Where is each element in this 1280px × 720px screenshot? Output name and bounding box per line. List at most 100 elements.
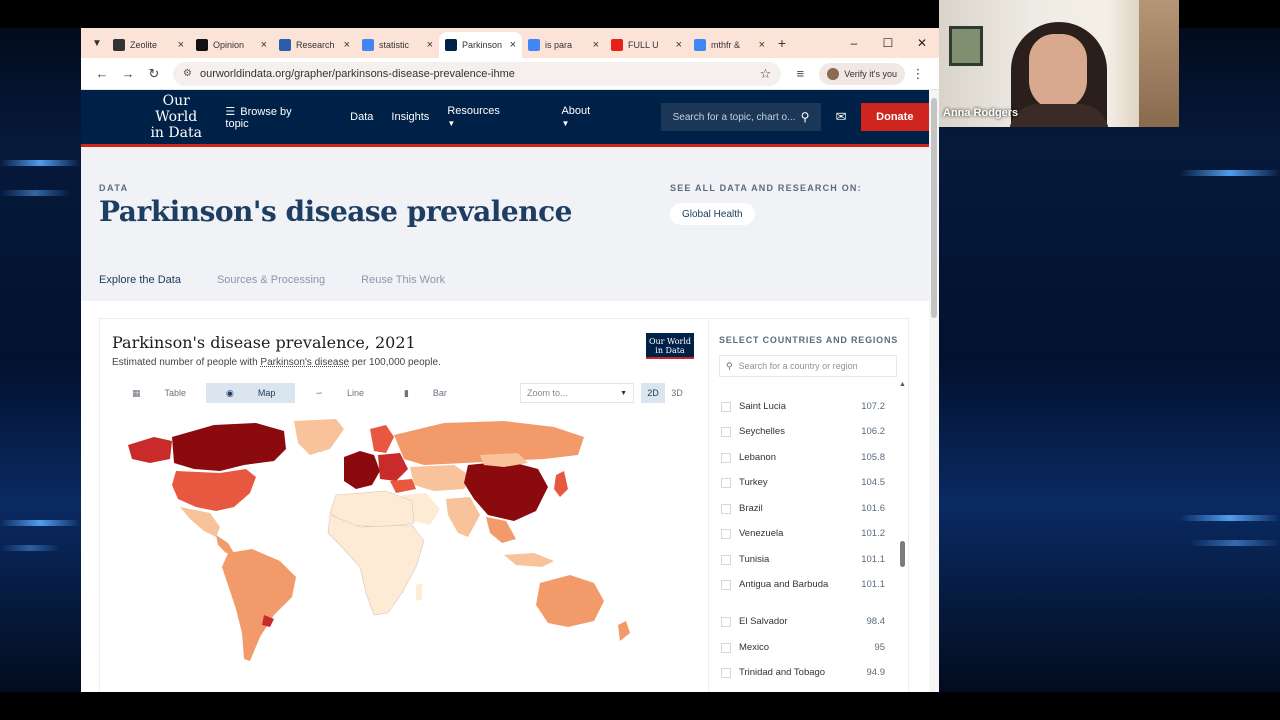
map-region-alaska[interactable]	[128, 437, 172, 463]
view-tab-bar[interactable]: ▮ Bar	[384, 383, 467, 403]
map-region-new-zealand[interactable]	[618, 621, 630, 641]
close-tab-icon[interactable]: ×	[676, 39, 682, 51]
country-row[interactable]: Turkey 104.5	[719, 477, 885, 489]
close-tab-icon[interactable]: ×	[510, 39, 516, 51]
chart-owid-logo[interactable]: Our World in Data	[646, 333, 694, 359]
close-tab-icon[interactable]: ×	[178, 39, 184, 51]
address-bar[interactable]: ⚙ ourworldindata.org/grapher/parkinsons-…	[173, 61, 782, 86]
browser-tab[interactable]: statistic ×	[356, 32, 439, 58]
country-list[interactable]: Saint Lucia 107.2 Seychelles 106.2 Lebanon 10…	[719, 381, 899, 692]
nav-insights[interactable]: Insights	[391, 111, 429, 123]
browser-tab[interactable]: is para ×	[522, 32, 605, 58]
url-text[interactable]: ourworldindata.org/grapher/parkinsons-di…	[200, 68, 760, 80]
country-checkbox[interactable]	[721, 427, 731, 437]
map-region-madagascar[interactable]	[416, 583, 422, 601]
nav-resources[interactable]: Resources ▼	[447, 105, 543, 129]
tab-sources-processing[interactable]: Sources & Processing	[217, 274, 325, 286]
map-region-scandinavia[interactable]	[370, 425, 394, 453]
site-info-icon[interactable]: ⚙	[183, 68, 192, 79]
map-region-west-europe[interactable]	[344, 451, 380, 489]
newsletter-icon[interactable]: ✉	[821, 109, 860, 125]
browser-tab[interactable]: mthfr & ×	[688, 32, 771, 58]
reading-list-icon[interactable]: ≡	[787, 66, 813, 81]
close-tab-icon[interactable]: ×	[261, 39, 267, 51]
map-region-usa[interactable]	[172, 469, 256, 511]
donate-button[interactable]: Donate	[860, 103, 929, 131]
owid-logo[interactable]: Our World in Data	[141, 93, 211, 141]
zoom-to-select[interactable]: Zoom to... ▼	[520, 383, 634, 403]
new-tab-button[interactable]: +	[771, 35, 793, 51]
country-checkbox[interactable]	[721, 643, 731, 653]
map-region-south-america[interactable]	[222, 549, 296, 661]
map-region-indonesia[interactable]	[504, 553, 554, 567]
maximize-icon[interactable]: ☐	[871, 36, 905, 50]
country-row[interactable]: Lebanon 105.8	[719, 452, 885, 464]
country-row[interactable]: Trinidad and Tobago 94.9	[719, 667, 885, 679]
country-checkbox[interactable]	[721, 402, 731, 412]
browser-tab[interactable]: Opinion ×	[190, 32, 273, 58]
country-row[interactable]: Antigua and Barbuda 101.1	[719, 579, 885, 591]
back-icon[interactable]: ←	[89, 66, 115, 81]
map-region-central-america[interactable]	[216, 535, 234, 553]
view-tab-table[interactable]: ▦ Table	[112, 383, 206, 403]
country-row[interactable]: Venezuela 101.2	[719, 528, 885, 540]
close-tab-icon[interactable]: ×	[759, 39, 765, 51]
nav-data[interactable]: Data	[350, 111, 373, 123]
country-row[interactable]: Brazil 101.6	[719, 503, 885, 515]
browser-tab[interactable]: FULL U ×	[605, 32, 688, 58]
close-tab-icon[interactable]: ×	[427, 39, 433, 51]
country-checkbox[interactable]	[721, 668, 731, 678]
nav-browse-by-topic[interactable]: ☰ Browse by topic	[225, 105, 332, 130]
nav-about[interactable]: About ▼	[561, 105, 634, 129]
page-scrollbar-thumb[interactable]	[931, 98, 937, 318]
country-checkbox[interactable]	[721, 453, 731, 463]
tab-search-icon[interactable]: ▼	[87, 33, 107, 53]
close-tab-icon[interactable]: ×	[344, 39, 350, 51]
topic-pill-global-health[interactable]: Global Health	[670, 203, 755, 225]
map-region-japan[interactable]	[554, 471, 568, 497]
close-window-icon[interactable]: ✕	[905, 36, 939, 50]
bookmark-star-icon[interactable]: ☆	[760, 66, 772, 82]
country-search-input[interactable]: ⚲ Search for a country or region	[719, 355, 897, 377]
country-row[interactable]: Saint Lucia 107.2	[719, 401, 885, 413]
scroll-up-icon[interactable]: ▲	[899, 381, 906, 388]
browser-menu-icon[interactable]: ⋮	[905, 66, 931, 82]
country-checkbox[interactable]	[721, 580, 731, 590]
world-map[interactable]	[124, 415, 664, 665]
country-checkbox[interactable]	[721, 529, 731, 539]
forward-icon[interactable]: →	[115, 66, 141, 81]
browser-tab[interactable]: Zeolite ×	[107, 32, 190, 58]
view-tab-map[interactable]: ◉ Map	[206, 383, 296, 403]
map-region-turkey[interactable]	[390, 479, 416, 493]
toggle-3d[interactable]: 3D	[665, 383, 689, 403]
scrollbar-thumb[interactable]	[900, 541, 905, 567]
country-row[interactable]: El Salvador 98.4	[719, 616, 885, 628]
country-checkbox[interactable]	[721, 478, 731, 488]
search-icon[interactable]: ⚲	[801, 110, 810, 124]
toggle-2d[interactable]: 2D	[641, 383, 665, 403]
country-checkbox[interactable]	[721, 617, 731, 627]
browser-tab[interactable]: Parkinson ×	[439, 31, 522, 58]
browser-tab[interactable]: Research ×	[273, 32, 356, 58]
country-row[interactable]: Seychelles 106.2	[719, 426, 885, 438]
map-region-australia[interactable]	[536, 575, 604, 627]
tab-explore-the-data[interactable]: Explore the Data	[99, 274, 181, 286]
country-checkbox[interactable]	[721, 555, 731, 565]
map-region-mexico[interactable]	[180, 507, 220, 537]
site-search-input[interactable]: Search for a topic, chart o... ⚲	[660, 103, 822, 131]
map-region-southeast-asia[interactable]	[486, 517, 516, 543]
country-checkbox[interactable]	[721, 504, 731, 514]
view-tab-line[interactable]: ∽ Line	[295, 383, 384, 403]
close-tab-icon[interactable]: ×	[593, 39, 599, 51]
map-region-sub-saharan-africa[interactable]	[327, 514, 425, 616]
page-scrollbar[interactable]	[929, 90, 939, 692]
map-region-canada[interactable]	[172, 423, 286, 471]
country-list-scrollbar[interactable]: ▲	[899, 381, 907, 692]
minimize-icon[interactable]: –	[837, 36, 871, 50]
map-region-central-asia[interactable]	[410, 465, 472, 491]
country-row[interactable]: Mexico 95	[719, 642, 885, 654]
map-region-greenland[interactable]	[294, 419, 344, 455]
country-row[interactable]: Tunisia 101.1	[719, 554, 885, 566]
map-region-india[interactable]	[446, 497, 480, 537]
subtitle-link[interactable]: Parkinson's disease	[260, 357, 349, 368]
